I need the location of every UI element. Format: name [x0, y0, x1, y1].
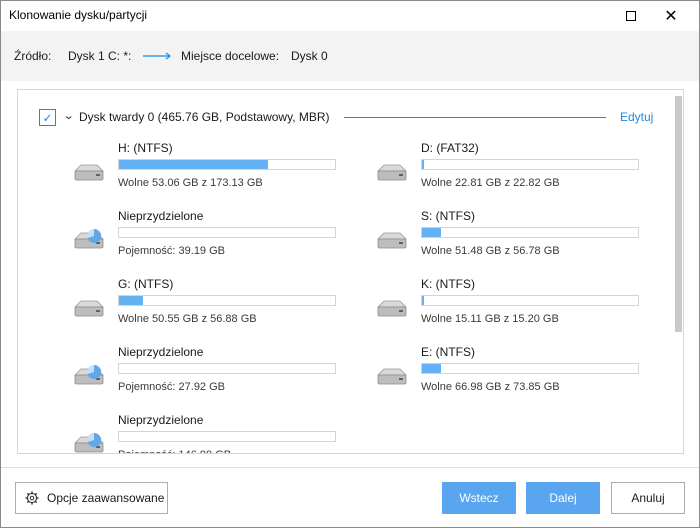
checkmark-icon: ✓ — [42, 110, 53, 125]
disk-title: Dysk twardy 0 (465.76 GB, Podstawowy, MB… — [79, 110, 330, 124]
partition-name: Nieprzydzielone — [118, 209, 204, 223]
advanced-options-button[interactable]: Opcje zaawansowane — [15, 482, 168, 514]
partition-info: Wolne 22.81 GB z 22.82 GB — [421, 177, 560, 189]
cancel-button[interactable]: Anuluj — [611, 482, 685, 514]
unallocated-disk-icon — [72, 225, 106, 255]
hard-drive-icon — [375, 361, 409, 391]
partition-item[interactable]: Nieprzydzielone Pojemność: 27.92 GB — [72, 345, 352, 405]
partition-info: Wolne 15.11 GB z 15.20 GB — [421, 313, 559, 325]
partition-info: Pojemność: 146.99 GB — [118, 449, 231, 453]
usage-bar — [421, 159, 639, 170]
hard-drive-icon — [375, 293, 409, 323]
usage-bar — [421, 363, 639, 374]
partition-name: Nieprzydzielone — [118, 413, 204, 427]
advanced-options-label: Opcje zaawansowane — [47, 491, 165, 505]
usage-bar-fill — [422, 160, 424, 169]
partition-name: S: (NTFS) — [421, 209, 475, 223]
hard-drive-icon — [72, 157, 106, 187]
partition-info: Wolne 50.55 GB z 56.88 GB — [118, 313, 257, 325]
partition-name: Nieprzydzielone — [118, 345, 204, 359]
usage-bar — [118, 159, 336, 170]
partition-name: K: (NTFS) — [421, 277, 475, 291]
partition-name: E: (NTFS) — [421, 345, 475, 359]
usage-bar-fill — [422, 228, 442, 237]
scrollbar[interactable] — [672, 90, 683, 453]
target-value: Dysk 0 — [291, 49, 328, 63]
unallocated-disk-icon — [72, 361, 106, 391]
partition-name: G: (NTFS) — [118, 277, 174, 291]
partition-item[interactable]: K: (NTFS) Wolne 15.11 GB z 15.20 GB — [375, 277, 655, 337]
partition-item[interactable]: S: (NTFS) Wolne 51.48 GB z 56.78 GB — [375, 209, 655, 269]
partition-item[interactable]: Nieprzydzielone Pojemność: 146.99 GB — [72, 413, 352, 453]
partition-info: Pojemność: 39.19 GB — [118, 245, 226, 257]
divider — [344, 117, 606, 118]
disk-checkbox[interactable]: ✓ — [39, 109, 56, 126]
partition-name: D: (FAT32) — [421, 141, 479, 155]
gear-icon — [25, 491, 39, 505]
clone-dialog: Klonowanie dysku/partycji ✕ Źródło: Dysk… — [0, 0, 700, 528]
hard-drive-icon — [375, 157, 409, 187]
usage-bar-fill — [422, 364, 442, 373]
partition-info: Wolne 53.06 GB z 173.13 GB — [118, 177, 263, 189]
partition-item[interactable]: D: (FAT32) Wolne 22.81 GB z 22.82 GB — [375, 141, 655, 201]
source-label: Źródło: — [14, 49, 52, 63]
partition-item[interactable]: G: (NTFS) Wolne 50.55 GB z 56.88 GB — [72, 277, 352, 337]
maximize-button[interactable] — [611, 1, 651, 31]
source-value: Dysk 1 C: *: — [68, 49, 132, 63]
edit-link[interactable]: Edytuj — [620, 110, 653, 124]
chevron-down-icon[interactable]: ⌄ — [63, 109, 75, 122]
source-target-bar: Źródło: Dysk 1 C: *: Miejsce docelowe: D… — [1, 31, 699, 81]
window-title: Klonowanie dysku/partycji — [9, 8, 148, 22]
partition-list-panel: ✓ ⌄ Dysk twardy 0 (465.76 GB, Podstawowy… — [17, 89, 684, 454]
hard-drive-icon — [375, 225, 409, 255]
usage-bar — [421, 227, 639, 238]
footer: Opcje zaawansowane Wstecz Dalej Anuluj — [1, 467, 699, 527]
unallocated-disk-icon — [72, 429, 106, 453]
disk-header: ✓ ⌄ Dysk twardy 0 (465.76 GB, Podstawowy… — [34, 104, 656, 130]
close-icon: ✕ — [664, 6, 678, 25]
arrow-right-icon — [143, 52, 171, 60]
maximize-icon — [626, 11, 636, 21]
usage-bar — [421, 295, 639, 306]
next-button[interactable]: Dalej — [526, 482, 600, 514]
title-bar: Klonowanie dysku/partycji ✕ — [1, 1, 699, 31]
usage-bar — [118, 295, 336, 306]
usage-bar — [118, 363, 336, 374]
partition-info: Pojemność: 27.92 GB — [118, 381, 226, 393]
usage-bar-fill — [119, 160, 269, 169]
partition-item[interactable]: H: (NTFS) Wolne 53.06 GB z 173.13 GB — [72, 141, 352, 201]
usage-bar-fill — [119, 296, 143, 305]
hard-drive-icon — [72, 293, 106, 323]
target-label: Miejsce docelowe: — [181, 49, 280, 63]
partition-item[interactable]: Nieprzydzielone Pojemność: 39.19 GB — [72, 209, 352, 269]
back-button[interactable]: Wstecz — [442, 482, 516, 514]
usage-bar-fill — [422, 296, 424, 305]
partition-info: Wolne 51.48 GB z 56.78 GB — [421, 245, 560, 257]
partition-info: Wolne 66.98 GB z 73.85 GB — [421, 381, 560, 393]
partition-name: H: (NTFS) — [118, 141, 173, 155]
close-button[interactable]: ✕ — [651, 1, 691, 31]
usage-bar — [118, 431, 336, 442]
usage-bar — [118, 227, 336, 238]
scrollbar-thumb[interactable] — [675, 96, 682, 332]
partition-item[interactable]: E: (NTFS) Wolne 66.98 GB z 73.85 GB — [375, 345, 655, 405]
